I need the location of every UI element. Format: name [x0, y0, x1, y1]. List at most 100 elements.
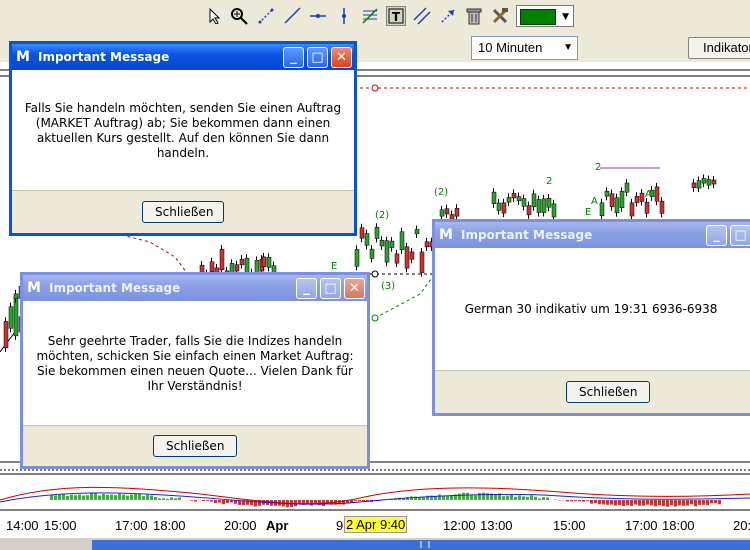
- macd-bar: [502, 496, 505, 500]
- macd-bar: [626, 500, 629, 506]
- dialog-title: Important Message: [49, 281, 181, 295]
- candle: [634, 195, 640, 203]
- candle: [496, 202, 502, 211]
- trash-icon[interactable]: [464, 6, 484, 26]
- macd-bar: [206, 500, 209, 501]
- macd-bar: [138, 494, 141, 500]
- fibonacci-icon[interactable]: [360, 6, 380, 26]
- dialog-titlebar[interactable]: M Important Message _ □: [435, 222, 750, 248]
- macd-bar: [122, 494, 125, 500]
- macd-bar: [518, 495, 521, 500]
- candle: [374, 226, 380, 239]
- chevron-down-icon: ▼: [562, 12, 569, 22]
- candle: [629, 202, 635, 217]
- candle: [506, 197, 512, 203]
- time-axis: 14:00 15:00 17:00 18:00 20:00 Apr 9 2 Ap…: [0, 512, 750, 538]
- indicators-button[interactable]: Indikator: [688, 37, 750, 59]
- close-dialog-button[interactable]: Schließen: [142, 201, 224, 223]
- candle: [614, 197, 620, 213]
- timeframe-select[interactable]: 10 Minuten ▼: [471, 36, 578, 60]
- horizontal-line-icon[interactable]: [308, 6, 328, 26]
- chevron-down-icon: ▼: [563, 42, 573, 53]
- app-logo-icon: M: [27, 280, 41, 296]
- macd-bar: [494, 494, 497, 500]
- macd-bar: [94, 492, 97, 500]
- macd-bar: [646, 500, 649, 505]
- close-dialog-button[interactable]: Schließen: [566, 381, 650, 403]
- candle: [209, 261, 215, 272]
- macd-bar: [510, 494, 513, 500]
- chart-scrollbar[interactable]: [0, 538, 750, 550]
- maximize-button[interactable]: □: [320, 278, 341, 299]
- candle: [384, 240, 390, 263]
- maximize-button[interactable]: □: [730, 225, 750, 246]
- candle: [13, 293, 19, 300]
- scrollbar-grip: [420, 541, 430, 548]
- macd-bar: [118, 493, 121, 500]
- ray-icon[interactable]: [282, 6, 302, 26]
- macd-bar: [146, 494, 149, 500]
- candle: [219, 248, 225, 271]
- macd-bar: [446, 495, 449, 500]
- macd-bar: [310, 500, 313, 506]
- candle: [424, 241, 430, 248]
- macd-bar: [106, 494, 109, 500]
- macd-bar: [210, 500, 213, 502]
- macd-bar: [650, 500, 653, 506]
- dialog-titlebar[interactable]: M Important Message _ □ ✕: [23, 275, 367, 301]
- candle: [624, 182, 630, 193]
- macd-bar: [354, 500, 357, 501]
- macd-bar: [698, 500, 701, 505]
- minimize-button[interactable]: _: [296, 278, 317, 299]
- macd-bar: [614, 500, 617, 506]
- minimize-button[interactable]: _: [706, 225, 727, 246]
- macd-bar: [666, 500, 669, 507]
- maximize-button[interactable]: □: [307, 47, 328, 68]
- parallel-lines-icon[interactable]: [412, 6, 432, 26]
- macd-bar: [74, 495, 77, 500]
- text-tool-icon[interactable]: T: [386, 6, 406, 26]
- macd-bar: [90, 493, 93, 500]
- candle: [691, 182, 697, 188]
- zoom-icon[interactable]: [229, 6, 249, 26]
- color-swatch: [520, 9, 556, 25]
- candle: [439, 209, 445, 217]
- macd-bar: [590, 500, 593, 504]
- macd-bar: [154, 497, 157, 500]
- candle: [234, 264, 240, 272]
- macd-bar: [226, 500, 229, 503]
- dialog-message: German 30 indikativ um 19:31 6936-6938: [435, 248, 750, 371]
- macd-bar: [438, 494, 441, 500]
- candle: [444, 208, 450, 215]
- tools-icon[interactable]: [490, 6, 510, 26]
- minimize-button[interactable]: _: [283, 47, 304, 68]
- macd-bar: [658, 500, 661, 506]
- candle: [706, 179, 712, 186]
- wave-label: E: [331, 261, 337, 272]
- color-picker[interactable]: ▼: [516, 5, 574, 27]
- close-dialog-button[interactable]: Schließen: [153, 435, 237, 457]
- macd-bar: [174, 498, 177, 500]
- dialog-titlebar[interactable]: M Important Message _ □ ✕: [12, 44, 354, 70]
- macd-bar: [606, 500, 609, 505]
- candle: [261, 256, 267, 268]
- time-tick: 9: [336, 518, 344, 533]
- candle: [364, 233, 370, 246]
- macd-bar: [662, 500, 665, 507]
- candle: [3, 321, 9, 349]
- wave-label: 2: [546, 176, 552, 187]
- time-tick: 13:00: [480, 518, 513, 533]
- arrow-icon[interactable]: [438, 6, 458, 26]
- macd-bar: [674, 500, 677, 507]
- macd-bar: [506, 495, 509, 500]
- vertical-line-icon[interactable]: [334, 6, 354, 26]
- trendline-icon[interactable]: [256, 6, 276, 26]
- close-button[interactable]: ✕: [331, 47, 352, 68]
- app-logo-icon: M: [16, 49, 30, 65]
- close-button[interactable]: ✕: [344, 278, 365, 299]
- macd-bar: [70, 494, 73, 500]
- macd-bar: [566, 500, 569, 502]
- macd-bar: [522, 496, 525, 500]
- cursor-icon[interactable]: [205, 6, 225, 26]
- candle: [8, 306, 14, 329]
